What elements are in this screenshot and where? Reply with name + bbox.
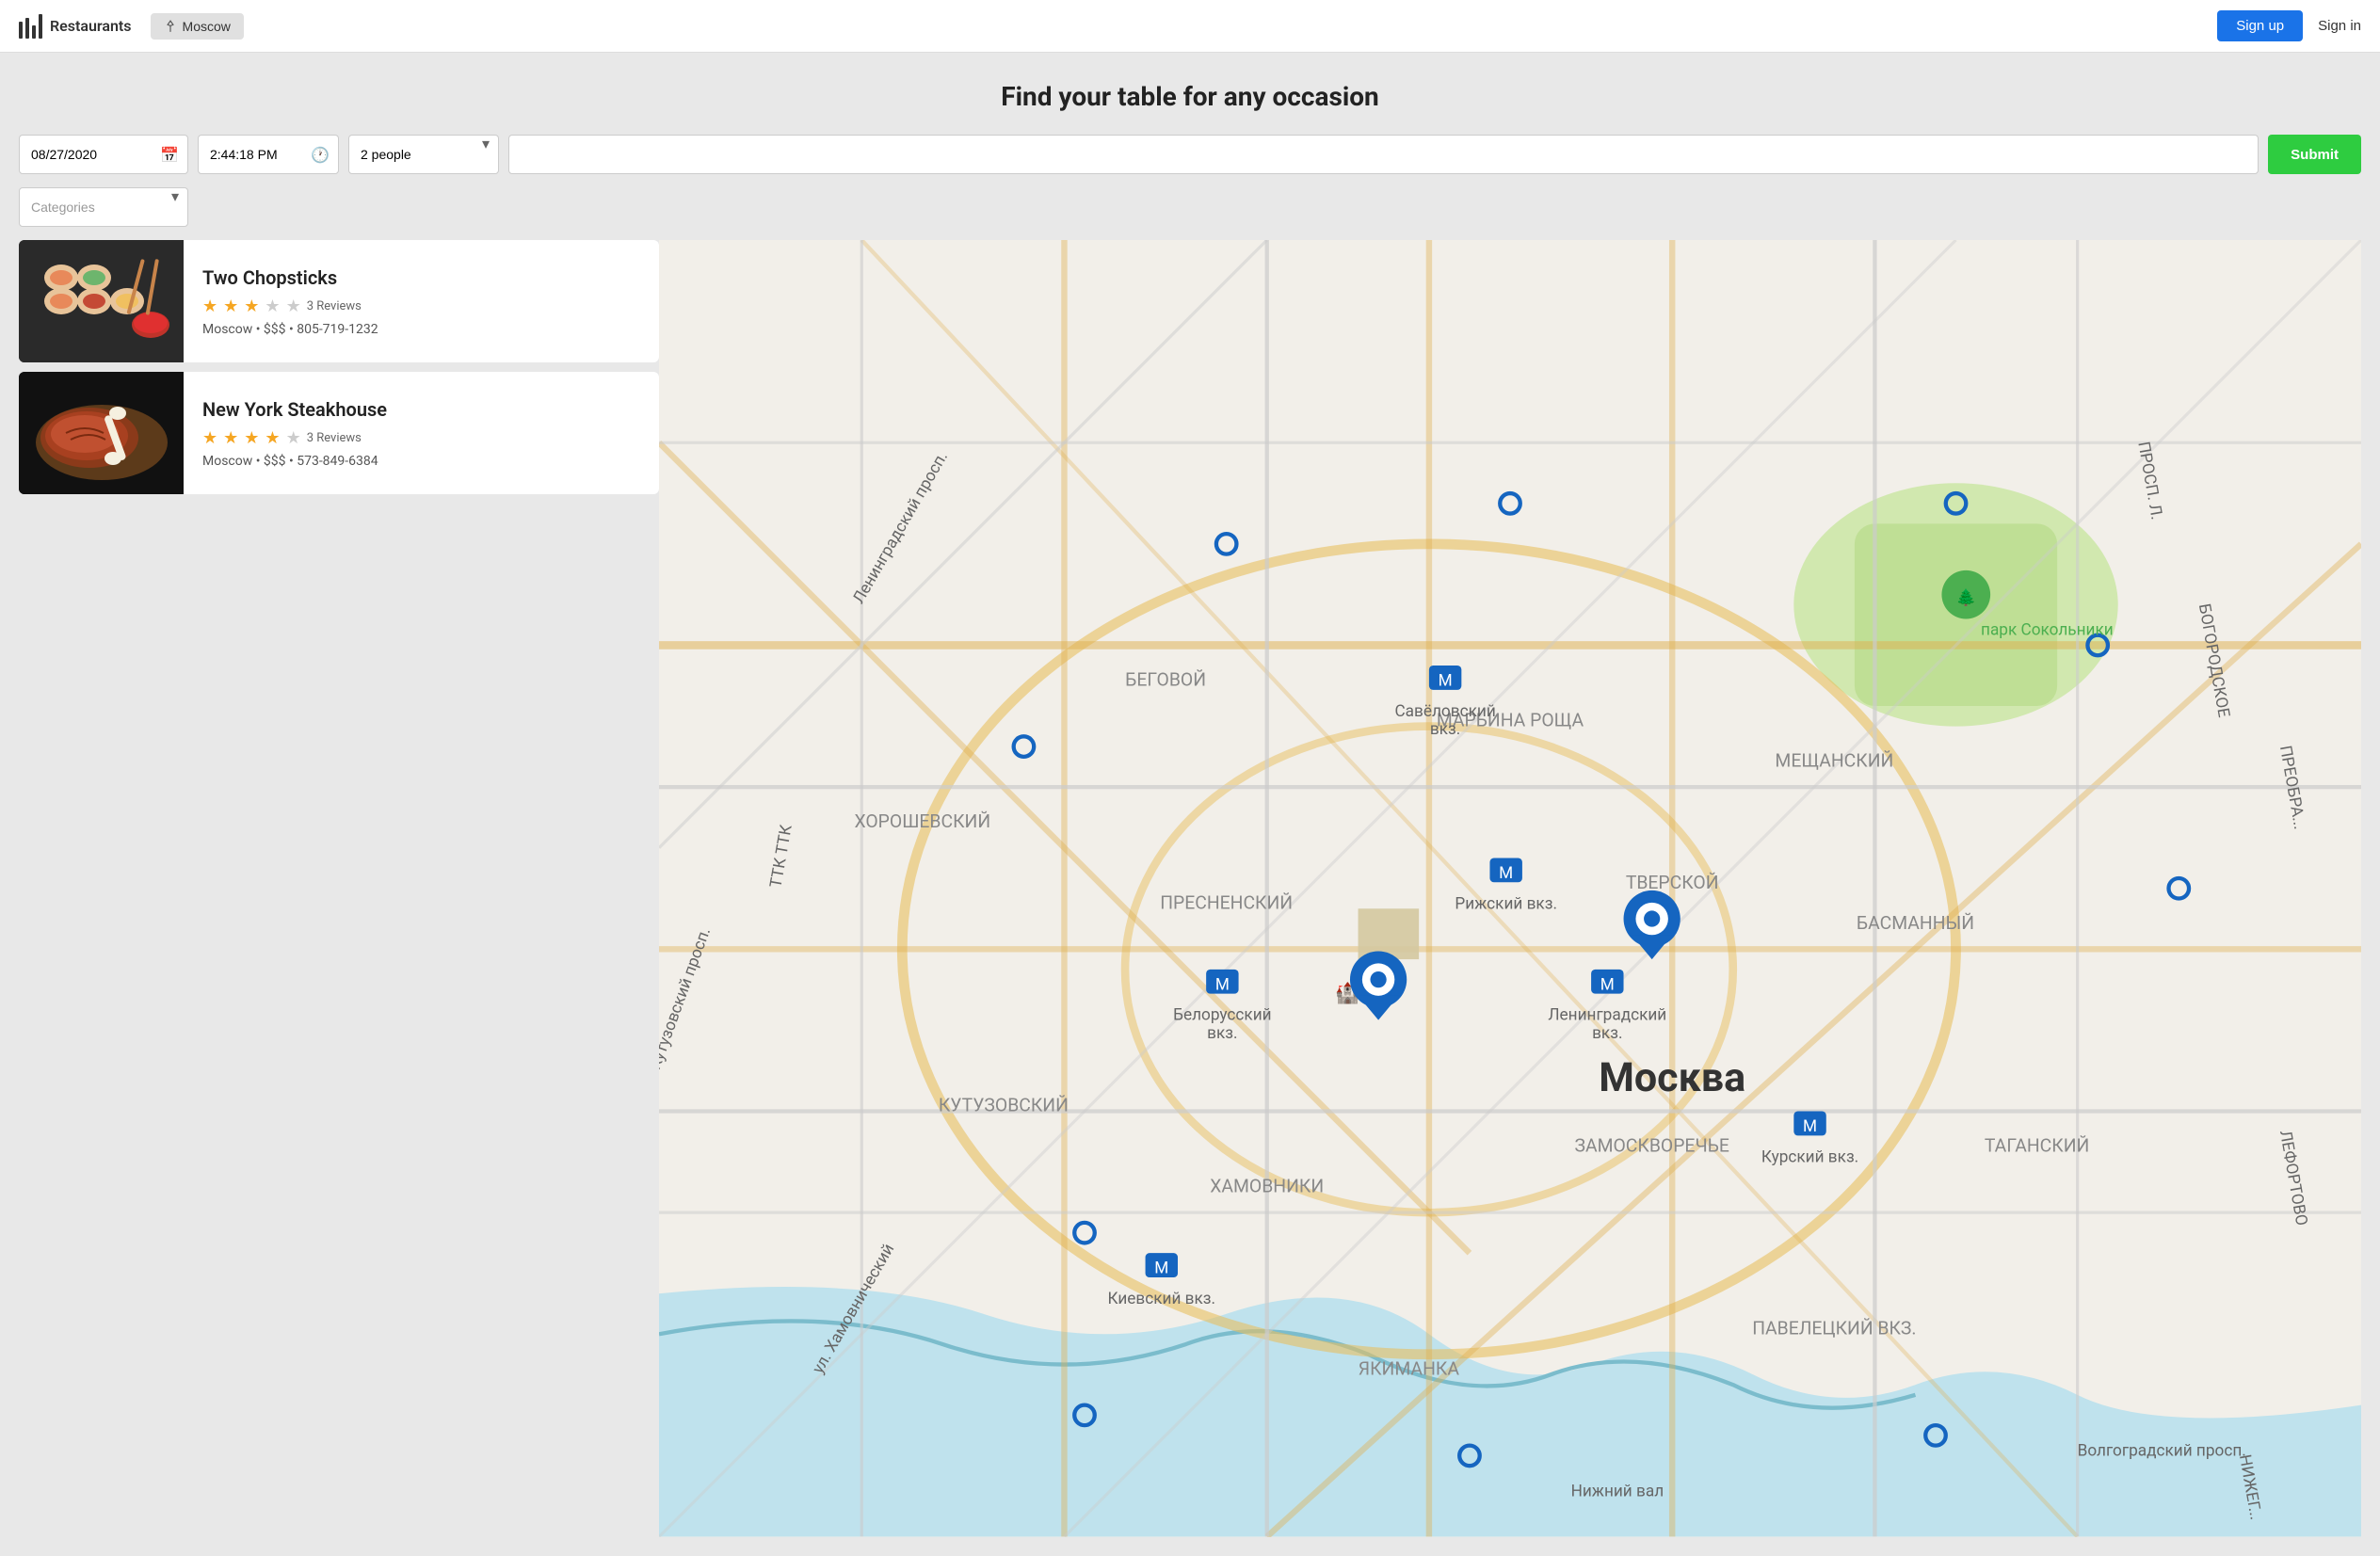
restaurant-meta-2: Moscow • $$$ • 573-849-6384 <box>202 454 640 469</box>
map-svg: 🏰 ХОРОШЕВСКИЙ БЕГОВОЙ МАРЬИНА РОЩА МЕЩАН… <box>659 240 2361 1537</box>
categories-select[interactable]: Categories Italian Japanese American Chi… <box>19 187 188 227</box>
logo-icon <box>19 14 42 39</box>
stars-row-1: ★ ★ ★ ★ ★ 3 Reviews <box>202 297 640 316</box>
star-1-2: ★ <box>223 297 238 316</box>
star-2-5: ★ <box>286 428 301 448</box>
star-1-4: ★ <box>265 297 280 316</box>
date-input[interactable] <box>19 135 188 174</box>
logo[interactable]: Restaurants <box>19 14 132 39</box>
people-wrapper: 1 person 2 people 3 people 4 people 5 pe… <box>348 135 499 174</box>
logo-text: Restaurants <box>50 17 132 35</box>
svg-text:М: М <box>1439 672 1453 691</box>
svg-text:Курский вкз.: Курский вкз. <box>1761 1147 1858 1166</box>
svg-text:КУТУЗОВСКИЙ: КУТУЗОВСКИЙ <box>939 1095 1069 1116</box>
people-select[interactable]: 1 person 2 people 3 people 4 people 5 pe… <box>348 135 499 174</box>
search-bar: 📅 🕐 1 person 2 people 3 people 4 people … <box>19 135 2361 174</box>
header: Restaurants Moscow Sign up Sign in <box>0 0 2380 53</box>
restaurant-name-1: Two Chopsticks <box>202 266 640 289</box>
svg-text:М: М <box>1215 975 1230 994</box>
svg-text:вкз.: вкз. <box>1592 1024 1622 1043</box>
svg-text:Савёловский: Савёловский <box>1394 702 1495 721</box>
svg-text:вкз.: вкз. <box>1207 1024 1237 1043</box>
location-button[interactable]: Moscow <box>151 13 244 40</box>
svg-text:М: М <box>1499 864 1513 883</box>
steak-illustration <box>19 372 184 494</box>
sushi-illustration <box>19 240 184 362</box>
svg-text:М: М <box>1803 1117 1817 1136</box>
svg-text:Ленинградский: Ленинградский <box>1548 1006 1666 1025</box>
time-wrapper: 🕐 <box>198 135 339 174</box>
svg-text:МЕЩАНСКИЙ: МЕЩАНСКИЙ <box>1775 750 1893 772</box>
star-2-3: ★ <box>244 428 259 448</box>
svg-text:М: М <box>1600 975 1615 994</box>
signup-button[interactable]: Sign up <box>2217 10 2303 41</box>
signin-button[interactable]: Sign in <box>2318 18 2361 34</box>
svg-text:Москва: Москва <box>1599 1053 1745 1101</box>
star-1-5: ★ <box>286 297 301 316</box>
categories-wrapper: Categories Italian Japanese American Chi… <box>19 187 188 227</box>
restaurant-name-2: New York Steakhouse <box>202 398 640 421</box>
submit-button[interactable]: Submit <box>2268 135 2361 174</box>
svg-text:БЕГОВОЙ: БЕГОВОЙ <box>1125 669 1206 691</box>
svg-text:Нижний вал: Нижний вал <box>1571 1482 1664 1500</box>
svg-text:ТВЕРСКОЙ: ТВЕРСКОЙ <box>1626 872 1719 893</box>
svg-text:вкз.: вкз. <box>1430 720 1460 739</box>
svg-text:ХОРОШЕВСКИЙ: ХОРОШЕВСКИЙ <box>854 810 990 832</box>
star-2-4: ★ <box>265 428 280 448</box>
svg-text:ПАВЕЛЕЦКИЙ ВКЗ.: ПАВЕЛЕЦКИЙ ВКЗ. <box>1752 1317 1916 1339</box>
stars-row-2: ★ ★ ★ ★ ★ 3 Reviews <box>202 428 640 448</box>
svg-text:Волгоградский просп.: Волгоградский просп. <box>2078 1441 2246 1460</box>
restaurant-image-2 <box>19 372 184 494</box>
location-text: Moscow <box>183 19 231 34</box>
restaurant-card-2[interactable]: New York Steakhouse ★ ★ ★ ★ ★ 3 Reviews … <box>19 372 659 494</box>
svg-text:ТАГАНСКИЙ: ТАГАНСКИЙ <box>1985 1135 2089 1157</box>
svg-text:ЗАМОСКВОРЕЧЬЕ: ЗАМОСКВОРЕЧЬЕ <box>1574 1135 1729 1157</box>
svg-text:ХАМОВНИКИ: ХАМОВНИКИ <box>1210 1176 1324 1197</box>
map-container: 🏰 ХОРОШЕВСКИЙ БЕГОВОЙ МАРЬИНА РОЩА МЕЩАН… <box>659 240 2361 1537</box>
reviews-count-2: 3 Reviews <box>307 431 362 445</box>
svg-text:М: М <box>1154 1259 1168 1278</box>
restaurant-list: Two Chopsticks ★ ★ ★ ★ ★ 3 Reviews Mosco… <box>19 240 659 1537</box>
svg-text:🌲: 🌲 <box>1956 587 1976 607</box>
restaurant-info-1: Two Chopsticks ★ ★ ★ ★ ★ 3 Reviews Mosco… <box>184 251 659 352</box>
svg-text:ЯКИМАНКА: ЯКИМАНКА <box>1359 1357 1460 1379</box>
svg-text:Белорусский: Белорусский <box>1173 1006 1272 1025</box>
content-area: Two Chopsticks ★ ★ ★ ★ ★ 3 Reviews Mosco… <box>19 240 2361 1537</box>
main-content: Find your table for any occasion 📅 🕐 1 p… <box>0 53 2380 1556</box>
restaurant-image-1 <box>19 240 184 362</box>
svg-text:Киевский вкз.: Киевский вкз. <box>1107 1290 1215 1308</box>
restaurant-card-1[interactable]: Two Chopsticks ★ ★ ★ ★ ★ 3 Reviews Mosco… <box>19 240 659 362</box>
svg-text:ПРЕСНЕНСКИЙ: ПРЕСНЕНСКИЙ <box>1160 891 1293 913</box>
star-1-3: ★ <box>244 297 259 316</box>
svg-text:БАСМАННЫЙ: БАСМАННЫЙ <box>1857 912 1974 934</box>
star-2-2: ★ <box>223 428 238 448</box>
svg-text:парк Сокольники: парк Сокольники <box>1981 621 2114 640</box>
svg-text:Рижский вкз.: Рижский вкз. <box>1455 894 1557 913</box>
reviews-count-1: 3 Reviews <box>307 299 362 313</box>
page-title: Find your table for any occasion <box>19 81 2361 112</box>
star-2-1: ★ <box>202 428 217 448</box>
restaurant-search-input[interactable] <box>508 135 2259 174</box>
date-wrapper: 📅 <box>19 135 188 174</box>
restaurant-info-2: New York Steakhouse ★ ★ ★ ★ ★ 3 Reviews … <box>184 383 659 484</box>
restaurant-meta-1: Moscow • $$$ • 805-719-1232 <box>202 322 640 337</box>
location-icon <box>164 20 177 33</box>
star-1-1: ★ <box>202 297 217 316</box>
time-input[interactable] <box>198 135 339 174</box>
